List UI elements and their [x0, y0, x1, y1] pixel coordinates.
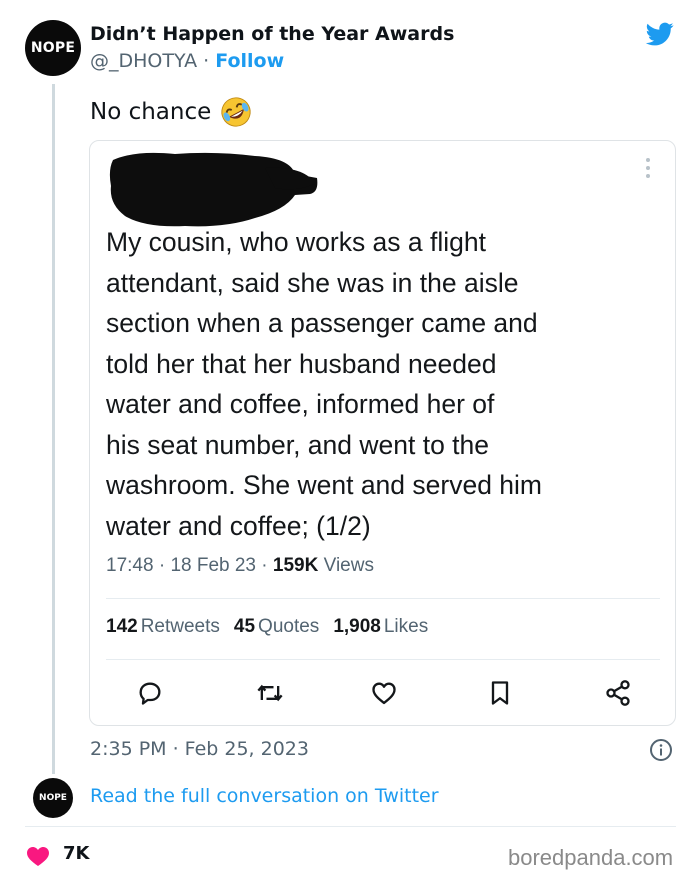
quoted-text-line: told her that her husband needed [106, 348, 497, 379]
meta-separator: · [256, 555, 273, 576]
retweets-stat[interactable]: 142 Retweets [106, 616, 220, 637]
thread-line [52, 84, 55, 774]
quotes-count: 45 [233, 616, 256, 637]
follow-button[interactable]: Follow [215, 50, 284, 72]
footer-divider [25, 826, 676, 827]
small-avatar[interactable]: NOPE [33, 778, 73, 818]
quoted-stats: 142 Retweets 45 Quotes 1,908 Likes [106, 616, 428, 638]
quotes-label: Quotes [258, 616, 320, 637]
quoted-divider [106, 659, 660, 660]
likes-count: 1,908 [333, 616, 381, 637]
read-conversation-link[interactable]: Read the full conversation on Twitter [90, 785, 439, 807]
twitter-bird-icon[interactable] [644, 20, 676, 48]
retweets-label: Retweets [140, 616, 220, 637]
tweet-text: No chance [90, 95, 253, 129]
meta-separator: · [153, 555, 171, 576]
likes-stat[interactable]: 1,908 Likes [333, 616, 428, 637]
handle-row: @_DHOTYA · Follow [90, 50, 284, 72]
heart-icon[interactable] [25, 844, 51, 868]
likes-label: Likes [383, 616, 429, 637]
quoted-text-line: water and coffee, informed her of [106, 389, 495, 419]
quotes-stat[interactable]: 45 Quotes [234, 616, 319, 637]
retweets-count: 142 [106, 616, 138, 637]
like-icon[interactable] [370, 679, 398, 707]
author-avatar[interactable]: NOPE [25, 20, 81, 76]
bookmark-icon[interactable] [486, 679, 514, 707]
info-icon[interactable] [649, 738, 673, 762]
tweet-timestamp[interactable]: 2:35 PM · Feb 25, 2023 [90, 738, 309, 760]
quoted-time[interactable]: 17:48 [106, 555, 154, 576]
share-icon[interactable] [604, 679, 632, 707]
reply-icon[interactable] [136, 679, 164, 707]
quoted-text-line: washroom. She went and served him [106, 470, 542, 500]
footer-like-count: 7K [63, 843, 90, 864]
quoted-text-line: section when a passenger came and [106, 308, 538, 338]
more-options-icon[interactable] [644, 156, 652, 180]
handle-separator: · [197, 50, 216, 72]
retweet-icon[interactable] [256, 679, 284, 707]
watermark: boredpanda.com [508, 845, 674, 870]
quoted-tweet-text: My cousin, who works as a flight attenda… [106, 222, 666, 546]
author-handle[interactable]: @_DHOTYA [90, 50, 197, 72]
quoted-date[interactable]: 18 Feb 23 [170, 555, 256, 576]
quoted-text-line: attendant, said she was in the aisle [106, 267, 519, 298]
quoted-tweet-meta: 17:48 · 18 Feb 23 · 159K Views [106, 555, 374, 577]
views-count: 159K [272, 555, 319, 576]
quoted-divider [106, 598, 660, 599]
author-name[interactable]: Didn’t Happen of the Year Awards [90, 23, 454, 45]
quoted-text-line: My cousin, who works as a flight [106, 227, 486, 257]
rofl-emoji-icon [221, 97, 251, 127]
quoted-text-line: his seat number, and went to the [106, 429, 490, 460]
redacted-profile-scribble [109, 152, 318, 227]
quoted-text-line: water and coffee; (1/2) [106, 510, 371, 541]
tweet-text-content: No chance [90, 99, 212, 125]
views-label: Views [323, 555, 374, 576]
